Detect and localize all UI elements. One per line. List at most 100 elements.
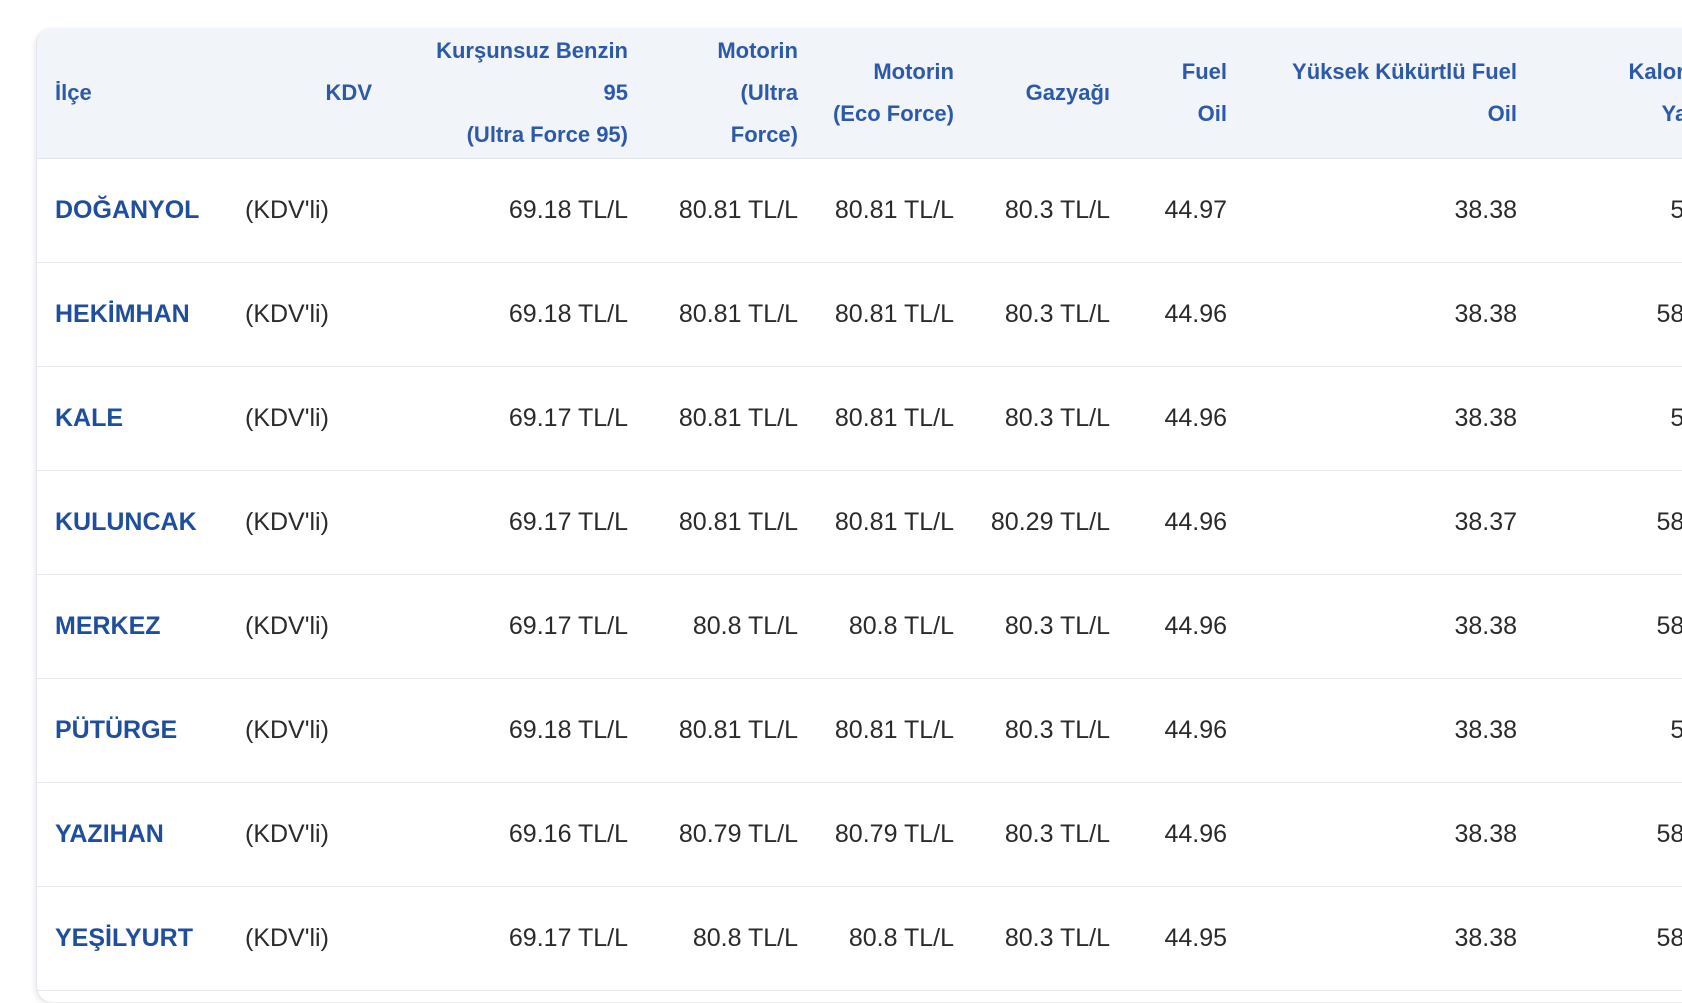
cell-vat: (KDV'li) — [245, 819, 329, 848]
cell-district: MERKEZ — [55, 611, 161, 640]
cell-kerosene: 80.3 TL/L — [1004, 195, 1110, 224]
fuel-price-table: İlçe KDV Kurşunsuz Benzin 95 (Ultra Force 95… — [37, 28, 1682, 991]
cell-high-sulfur-fuel-oil: 38.38 — [1454, 403, 1517, 432]
header-unleaded-95-line: Kurşunsuz Benzin — [436, 37, 628, 63]
header-diesel-eco: Motorin (Eco Force) — [816, 28, 972, 159]
header-diesel-eco-line: Motorin — [873, 58, 954, 84]
cell-unleaded-95: 69.18 TL/L — [508, 715, 628, 744]
header-high-sulfur-fuel-oil: Yüksek Kükürtlü Fuel Oil — [1245, 28, 1535, 159]
cell-diesel-eco: 80.8 TL/L — [848, 611, 954, 640]
cell-heating-oil: 58.1 — [1535, 366, 1682, 470]
header-heating-oil-line: Yakıtı — [1661, 100, 1682, 126]
header-diesel-eco-line: (Eco Force) — [832, 100, 954, 126]
cell-district: KULUNCAK — [55, 507, 197, 536]
cell-high-sulfur-fuel-oil: 38.38 — [1454, 923, 1517, 952]
header-district: İlçe — [37, 28, 231, 159]
header-fuel-oil-line: Oil — [1197, 100, 1227, 126]
cell-diesel-eco: 80.81 TL/L — [834, 299, 954, 328]
header-high-sulfur-fuel-oil-line: Yüksek Kükürtlü Fuel — [1292, 58, 1517, 84]
header-kerosene: Gazyağı — [972, 28, 1128, 159]
cell-diesel-ultra: 80.8 TL/L — [692, 611, 798, 640]
cell-unleaded-95: 69.18 TL/L — [508, 195, 628, 224]
cell-fuel-oil: 44.95 — [1164, 923, 1227, 952]
header-high-sulfur-fuel-oil-line: Oil — [1487, 100, 1517, 126]
header-unleaded-95-line: 95 — [603, 79, 628, 105]
cell-district: PÜTÜRGE — [55, 715, 178, 744]
cell-diesel-eco: 80.79 TL/L — [834, 819, 954, 848]
table-row: YEŞİLYURT (KDV'li) 69.17 TL/L 80.8 TL/L 80.8… — [37, 886, 1682, 990]
cell-diesel-eco: 80.81 TL/L — [834, 507, 954, 536]
header-diesel-ultra-line: Force) — [730, 121, 798, 147]
cell-vat: (KDV'li) — [245, 403, 329, 432]
table-row: KALE (KDV'li) 69.17 TL/L 80.81 TL/L 80.81 TL… — [37, 366, 1682, 470]
cell-heating-oil: 58.1 — [1535, 158, 1682, 262]
cell-diesel-ultra: 80.79 TL/L — [678, 819, 798, 848]
table-body: DOĞANYOL (KDV'li) 69.18 TL/L 80.81 TL/L 80.8… — [37, 158, 1682, 990]
cell-high-sulfur-fuel-oil: 38.37 — [1454, 507, 1517, 536]
cell-high-sulfur-fuel-oil: 38.38 — [1454, 611, 1517, 640]
table-row: MERKEZ (KDV'li) 69.17 TL/L 80.8 TL/L 80.8 TL… — [37, 574, 1682, 678]
cell-fuel-oil: 44.96 — [1164, 299, 1227, 328]
cell-diesel-eco: 80.81 TL/L — [834, 403, 954, 432]
cell-unleaded-95: 69.17 TL/L — [508, 611, 628, 640]
cell-kerosene: 80.3 TL/L — [1004, 611, 1110, 640]
cell-heating-oil: 58.1 — [1535, 678, 1682, 782]
cell-district: DOĞANYOL — [55, 195, 200, 224]
cell-diesel-ultra: 80.81 TL/L — [678, 195, 798, 224]
cell-diesel-ultra: 80.81 TL/L — [678, 507, 798, 536]
cell-diesel-eco: 80.8 TL/L — [848, 923, 954, 952]
cell-vat: (KDV'li) — [245, 923, 329, 952]
table-row: HEKİMHAN (KDV'li) 69.18 TL/L 80.81 TL/L 80.8… — [37, 262, 1682, 366]
header-unleaded-95: Kurşunsuz Benzin 95 (Ultra Force 95) — [390, 28, 646, 159]
cell-diesel-ultra: 80.81 TL/L — [678, 299, 798, 328]
header-diesel-ultra-line: Motorin — [717, 37, 798, 63]
cell-diesel-ultra: 80.81 TL/L — [678, 715, 798, 744]
cell-vat: (KDV'li) — [245, 299, 329, 328]
header-unleaded-95-line: (Ultra Force 95) — [466, 121, 628, 147]
cell-diesel-eco: 80.81 TL/L — [834, 195, 954, 224]
cell-diesel-ultra: 80.8 TL/L — [692, 923, 798, 952]
cell-district: KALE — [55, 403, 124, 432]
table-row: PÜTÜRGE (KDV'li) 69.18 TL/L 80.81 TL/L 80.81… — [37, 678, 1682, 782]
cell-vat: (KDV'li) — [245, 507, 329, 536]
cell-fuel-oil: 44.97 — [1164, 195, 1227, 224]
cell-heating-oil: 58.09 — [1656, 611, 1682, 640]
header-diesel-ultra: Motorin (Ultra Force) — [646, 28, 816, 159]
cell-kerosene: 80.3 TL/L — [1004, 715, 1110, 744]
cell-high-sulfur-fuel-oil: 38.38 — [1454, 715, 1517, 744]
cell-kerosene: 80.3 TL/L — [1004, 923, 1110, 952]
table-row: DOĞANYOL (KDV'li) 69.18 TL/L 80.81 TL/L 80.8… — [37, 158, 1682, 262]
header-heating-oil: Kalorifer Yakıtı — [1535, 28, 1682, 159]
fuel-price-table-card: İlçe KDV Kurşunsuz Benzin 95 (Ultra Force 95… — [36, 28, 1682, 1002]
header-vat-line: KDV — [325, 79, 372, 105]
header-vat: KDV — [231, 28, 390, 159]
table-header: İlçe KDV Kurşunsuz Benzin 95 (Ultra Force 95… — [37, 28, 1682, 159]
cell-vat: (KDV'li) — [245, 195, 329, 224]
table-row: YAZIHAN (KDV'li) 69.16 TL/L 80.79 TL/L 80.79… — [37, 782, 1682, 886]
cell-unleaded-95: 69.17 TL/L — [508, 923, 628, 952]
table-row: KULUNCAK (KDV'li) 69.17 TL/L 80.81 TL/L 80.8… — [37, 470, 1682, 574]
cell-kerosene: 80.3 TL/L — [1004, 403, 1110, 432]
header-kerosene-line: Gazyağı — [1025, 79, 1110, 105]
cell-high-sulfur-fuel-oil: 38.38 — [1454, 819, 1517, 848]
cell-kerosene: 80.3 TL/L — [1004, 819, 1110, 848]
header-fuel-oil: Fuel Oil — [1128, 28, 1245, 159]
cell-heating-oil: 58.09 — [1656, 923, 1682, 952]
header-district-line: İlçe — [55, 79, 92, 105]
cell-district: HEKİMHAN — [55, 299, 190, 328]
cell-heating-oil: 58.09 — [1656, 819, 1682, 848]
cell-heating-oil: 58.08 — [1656, 507, 1682, 536]
cell-diesel-ultra: 80.81 TL/L — [678, 403, 798, 432]
cell-unleaded-95: 69.17 TL/L — [508, 403, 628, 432]
cell-unleaded-95: 69.17 TL/L — [508, 507, 628, 536]
cell-fuel-oil: 44.96 — [1164, 507, 1227, 536]
cell-vat: (KDV'li) — [245, 611, 329, 640]
cell-diesel-eco: 80.81 TL/L — [834, 715, 954, 744]
cell-high-sulfur-fuel-oil: 38.38 — [1454, 299, 1517, 328]
cell-high-sulfur-fuel-oil: 38.38 — [1454, 195, 1517, 224]
cell-unleaded-95: 69.16 TL/L — [508, 819, 628, 848]
cell-fuel-oil: 44.96 — [1164, 819, 1227, 848]
cell-fuel-oil: 44.96 — [1164, 715, 1227, 744]
cell-kerosene: 80.29 TL/L — [990, 507, 1110, 536]
cell-unleaded-95: 69.18 TL/L — [508, 299, 628, 328]
